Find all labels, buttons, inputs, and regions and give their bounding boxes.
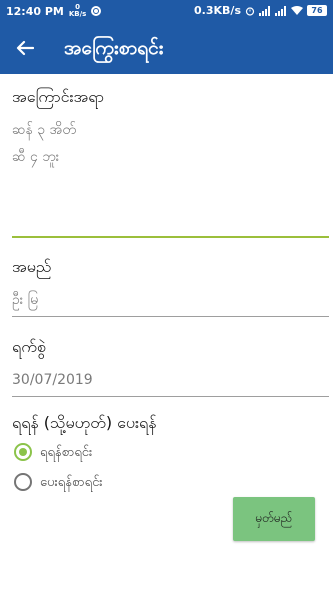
signal-icon-2 [275, 5, 286, 16]
name-label: အမည် [12, 257, 52, 276]
wifi-icon [291, 5, 303, 15]
payable-radio[interactable] [14, 473, 32, 491]
payable-radio-label[interactable]: ပေးရန်စာရင်း [40, 474, 103, 493]
content-label: အကြောင်းအရာ [12, 87, 104, 106]
page-title: အကြွေးစာရင်း [64, 37, 164, 59]
date-label: ရက်စွဲ [12, 337, 46, 356]
date-underline [12, 396, 329, 397]
content-underline [12, 236, 329, 238]
arrow-left-icon [16, 40, 34, 56]
date-value: 30/07/2019 [12, 372, 93, 388]
net-speed-unit: KB/s [68, 10, 87, 18]
net-speed-indicator: 0 KB/s [69, 4, 86, 18]
receivable-radio-label[interactable]: ရရန်စာရင်း [40, 444, 92, 463]
status-bar: 12:40 PM 0 KB/s 0.3KB/s 76 [0, 0, 333, 22]
type-label: ရရန် (သို့မဟုတ်) ပေးရန် [12, 413, 157, 432]
battery-icon: 76 [307, 5, 327, 16]
content-textarea[interactable]: ဆန် ၃ အိတ် ဆီ ၄ ဘူး [12, 112, 329, 236]
save-button[interactable]: မှတ်မည် [233, 497, 315, 541]
back-button[interactable] [10, 34, 40, 62]
name-value: ဦး မြ [12, 292, 39, 308]
content-line-1: ဆန် ၃ အိတ် [12, 122, 77, 138]
name-input[interactable]: ဦး မြ [12, 284, 329, 314]
name-underline [12, 316, 329, 317]
alarm-icon [245, 6, 255, 16]
record-icon [91, 6, 102, 16]
date-input[interactable]: 30/07/2019 [12, 364, 329, 394]
receivable-radio[interactable] [14, 443, 32, 461]
content-line-2: ဆီ ၄ ဘူး [12, 149, 60, 165]
signal-icon [259, 5, 270, 16]
app-bar: အကြွေးစာရင်း [0, 22, 333, 74]
status-time: 12:40 PM [6, 4, 64, 18]
net-speed: 0.3KB/s [194, 4, 241, 17]
